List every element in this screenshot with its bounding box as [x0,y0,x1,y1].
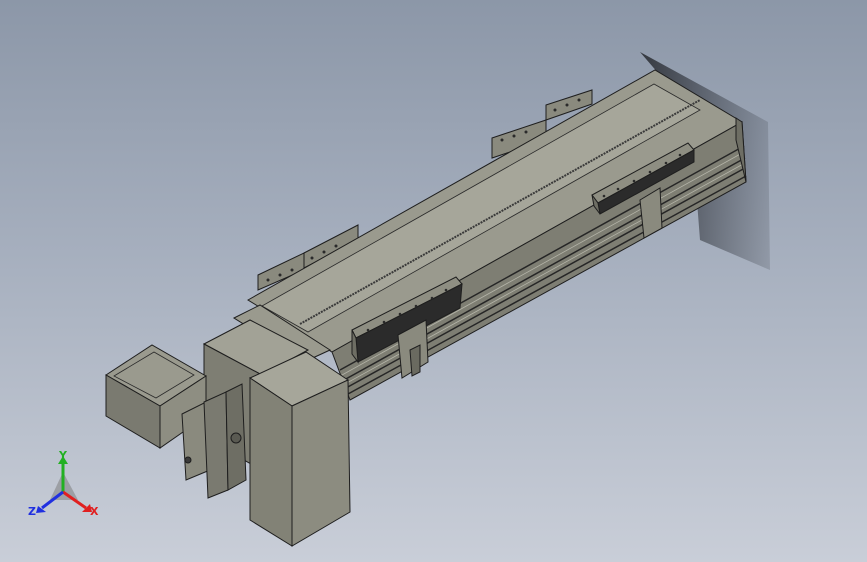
x-axis-label: X [90,505,99,518]
z-axis-label: Z [28,505,36,518]
orientation-triad[interactable]: Y X Z [26,450,106,525]
linear-actuator-model[interactable] [0,0,867,562]
y-axis-label: Y [59,449,67,462]
graphics-viewport[interactable]: Y X Z [0,0,867,562]
